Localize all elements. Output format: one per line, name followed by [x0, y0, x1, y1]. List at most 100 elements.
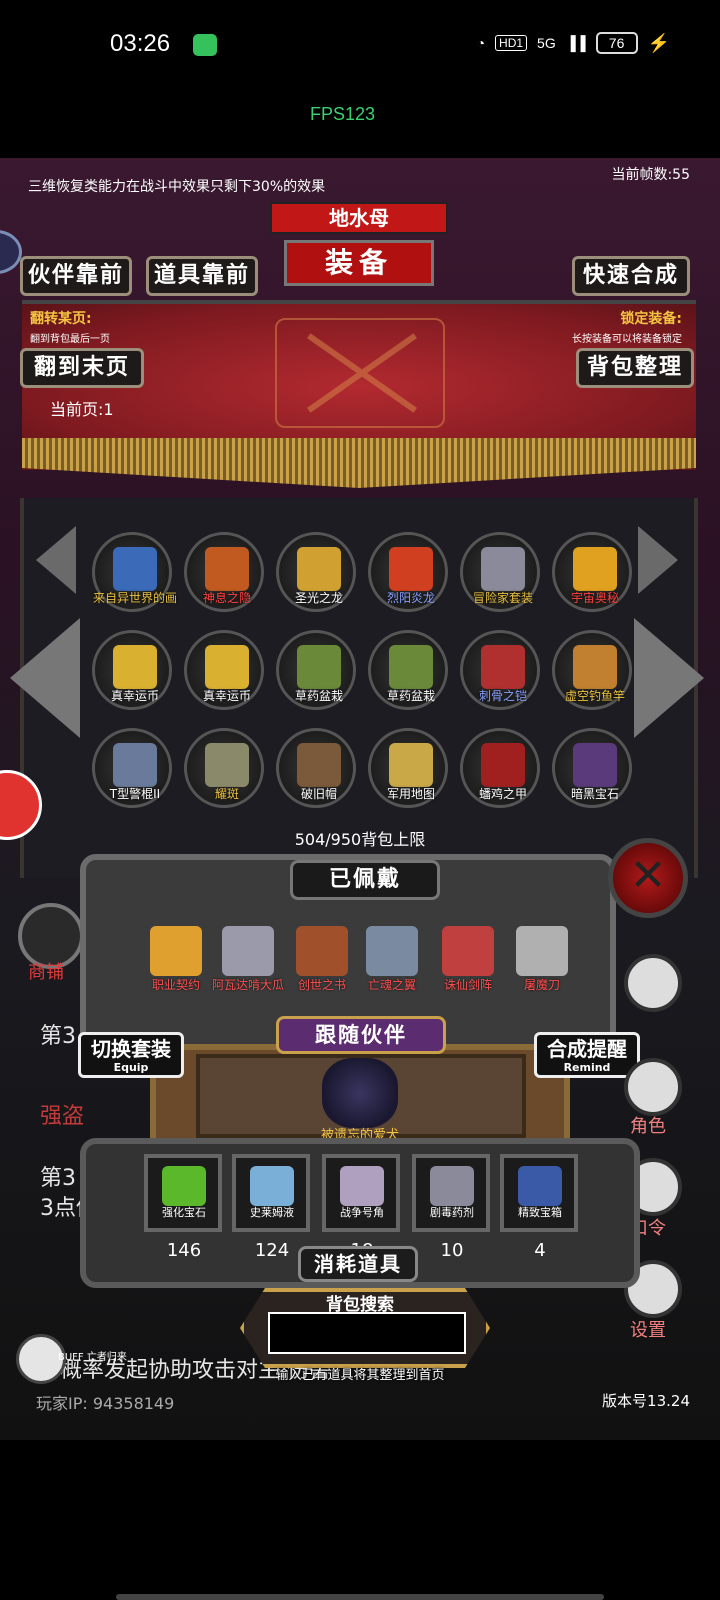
inventory-slot[interactable]: 草药盆栽 [368, 630, 448, 710]
fps-counter: FPS123 [310, 104, 376, 124]
switch-set-button[interactable]: 切换套装 Equip [78, 1032, 184, 1078]
consumable-icon [162, 1166, 206, 1206]
consumable-name: 强化宝石 [162, 1206, 206, 1219]
partner-first-button[interactable]: 伙伴靠前 [20, 256, 132, 296]
consumable-name: 剧毒药剂 [430, 1206, 474, 1219]
inventory-slot[interactable]: 虚空钓鱼竿 [552, 630, 632, 710]
switch-set-sub: Equip [113, 1061, 149, 1074]
prev-category-arrow-icon[interactable] [10, 618, 80, 738]
switch-set-label: 切换套装 [91, 1037, 171, 1061]
bag-search-input[interactable] [268, 1312, 466, 1354]
page-title: 装备 [284, 240, 434, 286]
inventory-slot[interactable]: 烈阳炎龙 [368, 532, 448, 612]
item-icon [297, 645, 341, 689]
inventory-slot[interactable]: 暗黑宝石 [552, 728, 632, 808]
follow-partner-title: 跟随伙伴 [276, 1016, 446, 1054]
worn-item-slot[interactable]: 屠魔刀 [506, 922, 576, 992]
player-ip: 玩家IP: 94358149 [36, 1394, 175, 1413]
item-name: 虚空钓鱼竿 [564, 689, 625, 703]
status-bar: 03:26 ◔ HD1 5G ▐▐ 76 ⚡ [0, 0, 720, 92]
inventory-slot[interactable]: 破旧帽 [276, 728, 356, 808]
worn-item-icon [222, 926, 274, 976]
item-icon [205, 743, 249, 787]
item-icon [205, 645, 249, 689]
inventory-slot[interactable]: 耀斑 [184, 728, 264, 808]
top-hint: 三维恢复类能力在战斗中效果只剩下30%的效果 [28, 179, 326, 195]
shop-label[interactable]: 商铺 [28, 958, 64, 984]
home-indicator[interactable] [116, 1594, 604, 1600]
jump-page-label: 翻转某页: [30, 311, 92, 327]
consumable-slot[interactable]: 剧毒药剂 10 [412, 1154, 490, 1261]
bag-capacity: 504/950背包上限 [294, 830, 426, 849]
inventory-slot[interactable]: 来自异世界的画 [92, 532, 177, 612]
worn-item-icon [366, 926, 418, 976]
inventory-slot[interactable]: 刺骨之铠 [460, 630, 540, 710]
inventory-slot[interactable]: 宇宙奥秘 [552, 532, 632, 612]
lock-equip-label: 锁定装备: [620, 311, 682, 327]
consumable-icon [340, 1166, 384, 1206]
role-icon[interactable] [624, 1058, 682, 1116]
consumable-slot[interactable]: 强化宝石 146 [144, 1154, 222, 1261]
consumable-count: 4 [534, 1240, 546, 1261]
status-time: 03:26 [110, 30, 171, 57]
consumable-slot[interactable]: 战争号角18 [322, 1154, 400, 1261]
charging-icon: ⚡ [647, 32, 670, 53]
inventory-slot[interactable]: 圣光之龙 [276, 532, 356, 612]
inventory-slot[interactable]: 草药盆栽 [276, 630, 356, 710]
network-label: 5G [537, 35, 556, 51]
title-plate: 地水母 装备 [270, 202, 448, 292]
app-notification-icon [193, 34, 217, 56]
consumable-name: 史莱姆液 [250, 1206, 294, 1219]
worn-item-name: 屠魔刀 [523, 978, 560, 992]
pet-wolf-icon[interactable] [322, 1058, 398, 1128]
inventory-slot[interactable]: 蟠鸡之甲 [460, 728, 540, 808]
inventory-slot[interactable]: 真幸运币 [184, 630, 264, 710]
bg-text-line: 第3 [40, 1024, 76, 1049]
quick-merge-button[interactable]: 快速合成 [572, 256, 690, 296]
floating-ball-icon[interactable] [0, 230, 22, 274]
consumable-name: 精致宝箱 [518, 1206, 562, 1219]
item-name: 宇宙奥秘 [570, 591, 619, 605]
search-hint: 输入已有道具将其整理到首页 [275, 1368, 445, 1383]
item-icon [297, 547, 341, 591]
item-icon [481, 645, 525, 689]
merge-remind-button[interactable]: 合成提醒 Remind [534, 1032, 640, 1078]
dice-icon[interactable] [624, 954, 682, 1012]
last-page-button[interactable]: 翻到末页 [20, 348, 144, 388]
inventory-slot[interactable]: 真幸运币 [92, 630, 172, 710]
consumable-slot[interactable]: 精致宝箱 4 [500, 1154, 578, 1261]
inventory-slot[interactable]: 军用地图 [368, 728, 448, 808]
settings-label[interactable]: 设置 [630, 1316, 666, 1342]
item-icon [573, 645, 617, 689]
buff-text: BUFF 亡者归来 [58, 1352, 127, 1363]
item-icon [389, 645, 433, 689]
sort-bag-button[interactable]: 背包整理 [576, 348, 694, 388]
next-page-arrow-icon[interactable] [638, 526, 678, 594]
consumables-title: 消耗道具 [298, 1246, 418, 1282]
prev-page-arrow-icon[interactable] [36, 526, 76, 594]
game-screen: 三维恢复类能力在战斗中效果只剩下30%的效果 当前帧数:55 地水母 装备 伙伴… [0, 158, 720, 1440]
worn-title: 已佩戴 [290, 860, 440, 900]
jump-page-desc: 翻到背包最后一页 [30, 334, 110, 345]
consumable-icon [430, 1166, 474, 1206]
role-label[interactable]: 角色 [630, 1112, 666, 1138]
wifi-icon: ◔ [476, 35, 486, 51]
inventory-slot[interactable]: T型警棍II [92, 728, 172, 808]
current-page: 当前页:1 [50, 400, 114, 419]
crossed-swords-emblem-icon [275, 318, 445, 428]
next-category-arrow-icon[interactable] [634, 618, 704, 738]
item-icon [573, 547, 617, 591]
worn-item-icon [442, 926, 494, 976]
status-icons: ◔ HD1 5G ▐▐ 76 ⚡ [477, 32, 670, 54]
item-icon [481, 743, 525, 787]
consumable-count: 10 [440, 1240, 464, 1261]
close-button[interactable]: ✕ [608, 838, 688, 918]
signal-icon: ▐▐ [565, 35, 586, 51]
inventory-slot[interactable]: 冒险家套装 [460, 532, 540, 612]
inventory-slot[interactable]: 神息之隐 [184, 532, 264, 612]
banner-fringe [22, 438, 696, 488]
item-icon [389, 547, 433, 591]
item-icon [297, 743, 341, 787]
item-first-button[interactable]: 道具靠前 [146, 256, 258, 296]
consumable-slot[interactable]: 史莱姆液 124 [232, 1154, 310, 1261]
